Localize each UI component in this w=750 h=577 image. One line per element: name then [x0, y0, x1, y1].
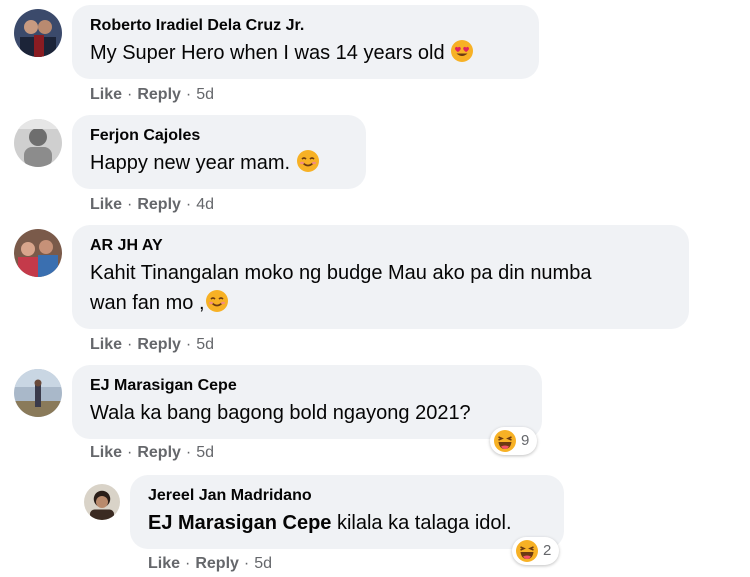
comment-bubble: Roberto Iradiel Dela Cruz Jr. My Super H… — [72, 5, 539, 79]
comment-actions: Like · Reply · 5d — [90, 335, 214, 355]
smiling-emoji-icon — [205, 289, 229, 313]
separator: · — [127, 196, 133, 213]
comment-text-content: My Super Hero when I was 14 years old — [90, 42, 445, 64]
comment-text-content: kilala ka talaga idol. — [331, 512, 512, 534]
comment-bubble: AR JH AY Kahit Tinangalan moko ng budge … — [72, 225, 689, 329]
comment-text: Wala ka bang bagong bold ngayong 2021? — [90, 402, 471, 424]
comment-bubble: Ferjon Cajoles Happy new year mam. — [72, 115, 366, 189]
comment-actions: Like · Reply · 5d — [148, 554, 272, 574]
reply-button[interactable]: Reply — [137, 336, 181, 353]
comment-actions: Like · Reply · 5d — [90, 85, 214, 105]
comment-text-content: Happy new year mam. — [90, 152, 291, 174]
comment-bubble: Jereel Jan Madridano EJ Marasigan Cepe k… — [130, 475, 564, 549]
comment-author[interactable]: Jereel Jan Madridano — [148, 486, 546, 506]
avatar[interactable] — [14, 369, 62, 417]
reaction-count[interactable]: 9 — [490, 427, 538, 455]
haha-reaction-icon — [515, 539, 539, 563]
comment-text-line: wan fan mo , — [90, 292, 205, 314]
avatar[interactable] — [14, 9, 62, 57]
avatar[interactable] — [14, 119, 62, 167]
comment-text: Kahit Tinangalan moko ng budge Mau ako p… — [90, 258, 671, 318]
comment-actions: Like · Reply · 5d — [90, 443, 214, 463]
comment-author[interactable]: EJ Marasigan Cepe — [90, 376, 524, 396]
separator: · — [127, 86, 133, 103]
reply-button[interactable]: Reply — [195, 555, 239, 572]
reply-button[interactable]: Reply — [137, 444, 181, 461]
heart-eyes-emoji-icon — [450, 39, 474, 63]
separator: · — [185, 196, 192, 213]
separator: · — [185, 444, 192, 461]
reply-button[interactable]: Reply — [137, 196, 181, 213]
comment-author[interactable]: Ferjon Cajoles — [90, 126, 348, 146]
comment-actions: Like · Reply · 4d — [90, 195, 214, 215]
reaction-count-text: 9 — [521, 432, 530, 449]
like-button[interactable]: Like — [90, 86, 122, 103]
avatar[interactable] — [14, 229, 62, 277]
separator: · — [185, 336, 192, 353]
comment-author[interactable]: Roberto Iradiel Dela Cruz Jr. — [90, 16, 521, 36]
comment-bubble: EJ Marasigan Cepe Wala ka bang bagong bo… — [72, 365, 542, 439]
separator: · — [127, 444, 133, 461]
reply-button[interactable]: Reply — [137, 86, 181, 103]
reaction-count[interactable]: 2 — [512, 537, 560, 565]
comment-timestamp[interactable]: 5d — [254, 555, 272, 572]
comment-text: Happy new year mam. — [90, 148, 348, 178]
comment-author[interactable]: AR JH AY — [90, 236, 671, 256]
like-button[interactable]: Like — [90, 444, 122, 461]
separator: · — [127, 336, 133, 353]
separator: · — [243, 555, 250, 572]
separator: · — [185, 86, 192, 103]
haha-reaction-icon — [493, 429, 517, 453]
comment-timestamp[interactable]: 5d — [196, 336, 214, 353]
like-button[interactable]: Like — [90, 336, 122, 353]
comment-timestamp[interactable]: 5d — [196, 444, 214, 461]
like-button[interactable]: Like — [90, 196, 122, 213]
reaction-count-text: 2 — [543, 542, 552, 559]
separator: · — [185, 555, 191, 572]
smiling-emoji-icon — [296, 149, 320, 173]
comment-text: EJ Marasigan Cepe kilala ka talaga idol. — [148, 508, 546, 538]
comment-timestamp[interactable]: 5d — [196, 86, 214, 103]
comment-text-line: Kahit Tinangalan moko ng budge Mau ako p… — [90, 262, 592, 284]
comment-timestamp[interactable]: 4d — [196, 196, 214, 213]
avatar[interactable] — [84, 484, 120, 520]
user-mention-link[interactable]: EJ Marasigan Cepe — [148, 512, 331, 534]
like-button[interactable]: Like — [148, 555, 180, 572]
comment-text: My Super Hero when I was 14 years old — [90, 38, 521, 68]
